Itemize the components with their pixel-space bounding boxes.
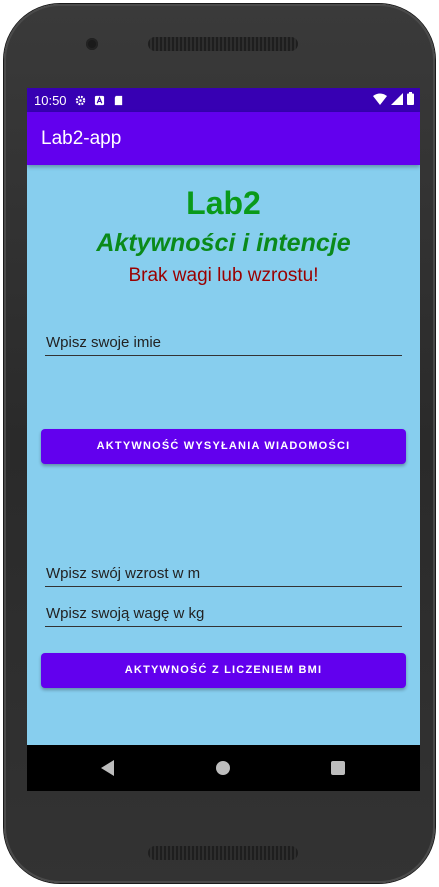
front-camera	[86, 38, 98, 50]
signal-icon	[391, 92, 403, 105]
height-input-placeholder: Wpisz swój wzrost w m	[46, 565, 201, 582]
back-icon[interactable]	[101, 760, 114, 776]
home-icon[interactable]	[216, 761, 230, 775]
bmi-activity-button[interactable]: AKTYWNOŚĆ Z LICZENIEM BMI	[41, 653, 406, 688]
gear-icon	[75, 95, 85, 105]
status-icons-right	[373, 92, 414, 105]
name-input-placeholder: Wpisz swoje imie	[46, 334, 162, 351]
height-input[interactable]: Wpisz swój wzrost w m	[45, 563, 402, 587]
battery-icon	[407, 92, 414, 105]
app-title: Lab2-app	[41, 127, 122, 149]
recent-apps-icon[interactable]	[331, 761, 345, 775]
status-bar: 10:50	[27, 88, 420, 112]
speaker-grille-top	[148, 37, 298, 51]
status-time: 10:50	[34, 92, 67, 108]
page-subheading: Aktywności i intencje	[96, 229, 351, 257]
name-input[interactable]: Wpisz swoje imie	[45, 332, 402, 356]
main-content: Lab2 Aktywności i intencje Brak wagi lub…	[27, 165, 420, 745]
error-message: Brak wagi lub wzrostu!	[128, 265, 319, 286]
navigation-bar	[27, 745, 420, 791]
wifi-icon	[373, 93, 387, 105]
weight-input[interactable]: Wpisz swoją wagę w kg	[45, 603, 402, 627]
sd-card-icon	[114, 95, 122, 105]
weight-input-placeholder: Wpisz swoją wagę w kg	[46, 605, 205, 622]
a-icon	[94, 95, 104, 105]
app-bar: Lab2-app	[27, 112, 420, 165]
page-heading: Lab2	[186, 185, 261, 221]
speaker-grille-bottom	[148, 846, 298, 860]
message-activity-button[interactable]: AKTYWNOŚĆ WYSYŁANIA WIADOMOŚCI	[41, 429, 406, 464]
device-screen: 10:50 Lab2-app Lab2 Aktywności i intencj…	[27, 88, 420, 791]
